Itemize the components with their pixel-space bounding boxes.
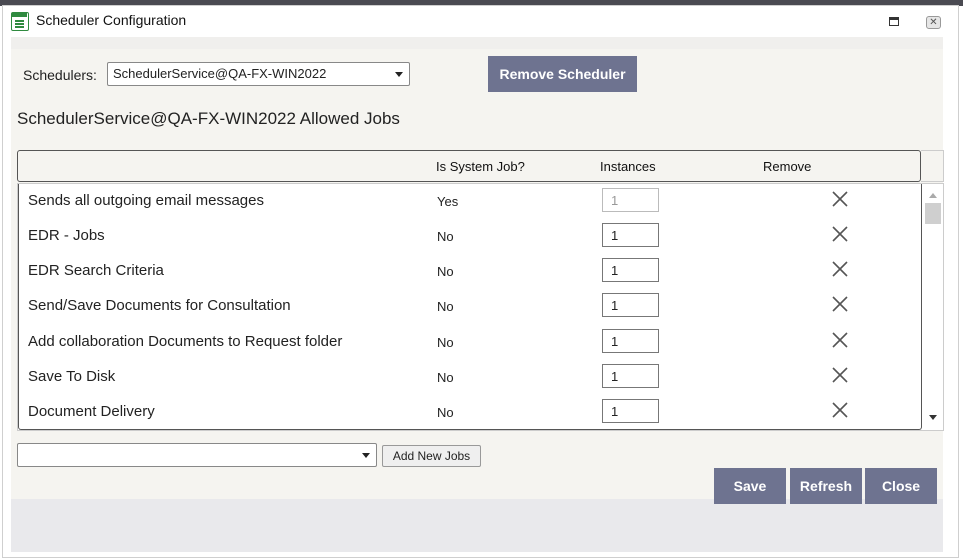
chevron-down-icon: [362, 453, 370, 458]
job-name-cell: Sends all outgoing email messages: [28, 192, 264, 209]
job-name-cell: Send/Save Documents for Consultation: [28, 297, 291, 314]
instances-input[interactable]: 1: [602, 293, 659, 317]
is-system-cell: Yes: [437, 194, 459, 209]
grid-header: Job Name Is System Job? Instances Remove: [17, 150, 921, 182]
job-name-cell: Save To Disk: [28, 368, 116, 385]
schedulers-dropdown-value: SchedulerService@QA-FX-WIN2022: [113, 66, 327, 81]
close-button[interactable]: Close: [865, 468, 937, 504]
is-system-cell: No: [437, 405, 454, 420]
add-new-jobs-button[interactable]: Add New Jobs: [382, 445, 481, 467]
save-button[interactable]: Save: [714, 468, 786, 504]
remove-scheduler-button[interactable]: Remove Scheduler: [488, 56, 637, 92]
scroll-up-arrow-icon[interactable]: [929, 193, 937, 198]
scheduler-config-dialog: Scheduler Configuration ✕ Schedulers: Sc…: [2, 5, 959, 558]
close-x-icon[interactable]: [831, 260, 849, 278]
grid-header-scroll-spacer: [921, 150, 944, 182]
app-document-icon: [11, 12, 29, 31]
table-row: Sends all outgoing email messages Yes 1: [19, 184, 919, 219]
schedulers-dropdown[interactable]: SchedulerService@QA-FX-WIN2022: [107, 62, 410, 86]
window-close-icon[interactable]: ✕: [926, 16, 941, 29]
new-jobs-dropdown[interactable]: [17, 443, 377, 467]
table-row: Save To Disk No 1: [19, 360, 919, 395]
job-name-cell: Document Delivery: [28, 403, 155, 420]
column-header-instances[interactable]: Instances: [600, 159, 656, 174]
grid-body: Sends all outgoing email messages Yes 1 …: [17, 183, 944, 431]
scroll-thumb[interactable]: [925, 203, 941, 224]
table-row: EDR Search Criteria No 1: [19, 254, 919, 289]
dialog-title: Scheduler Configuration: [36, 12, 187, 28]
column-header-is-system[interactable]: Is System Job?: [436, 159, 525, 174]
table-row: Send/Save Documents for Consultation No …: [19, 289, 919, 324]
close-x-icon[interactable]: [831, 401, 849, 419]
title-bar: Scheduler Configuration ✕: [3, 6, 958, 36]
instances-input[interactable]: 1: [602, 223, 659, 247]
instances-input[interactable]: 1: [602, 364, 659, 388]
close-x-icon[interactable]: [831, 295, 849, 313]
is-system-cell: No: [437, 370, 454, 385]
job-name-cell: Add collaboration Documents to Request f…: [28, 333, 343, 350]
is-system-cell: No: [437, 299, 454, 314]
is-system-cell: No: [437, 264, 454, 279]
instances-input: 1: [602, 188, 659, 212]
close-x-icon[interactable]: [831, 225, 849, 243]
instances-input[interactable]: 1: [602, 329, 659, 353]
dialog-content: Schedulers: SchedulerService@QA-FX-WIN20…: [11, 37, 944, 552]
allowed-jobs-grid: Job Name Is System Job? Instances Remove…: [17, 150, 944, 431]
close-x-icon[interactable]: [831, 190, 849, 208]
scroll-down-arrow-icon[interactable]: [929, 415, 937, 420]
table-row: Document Delivery No 1: [19, 395, 919, 430]
table-row: Add collaboration Documents to Request f…: [19, 325, 919, 360]
refresh-button[interactable]: Refresh: [790, 468, 862, 504]
table-row: EDR - Jobs No 1: [19, 219, 919, 254]
allowed-jobs-title: SchedulerService@QA-FX-WIN2022 Allowed J…: [17, 109, 400, 128]
instances-input[interactable]: 1: [602, 258, 659, 282]
job-name-cell: EDR - Jobs: [28, 227, 105, 244]
instances-input[interactable]: 1: [602, 399, 659, 423]
schedulers-label: Schedulers:: [23, 67, 97, 83]
content-top-band: [11, 37, 943, 49]
column-header-job-name[interactable]: Job Name: [34, 159, 96, 174]
job-name-cell: EDR Search Criteria: [28, 262, 164, 279]
maximize-icon[interactable]: [889, 17, 899, 26]
chevron-down-icon: [395, 72, 403, 77]
grid-rows-container: Sends all outgoing email messages Yes 1 …: [18, 184, 922, 430]
footer-band: [11, 499, 943, 552]
is-system-cell: No: [437, 335, 454, 350]
is-system-cell: No: [437, 229, 454, 244]
close-x-icon[interactable]: [831, 366, 849, 384]
close-x-icon[interactable]: [831, 331, 849, 349]
column-header-remove[interactable]: Remove: [763, 159, 811, 174]
grid-vertical-scrollbar[interactable]: [923, 184, 943, 430]
